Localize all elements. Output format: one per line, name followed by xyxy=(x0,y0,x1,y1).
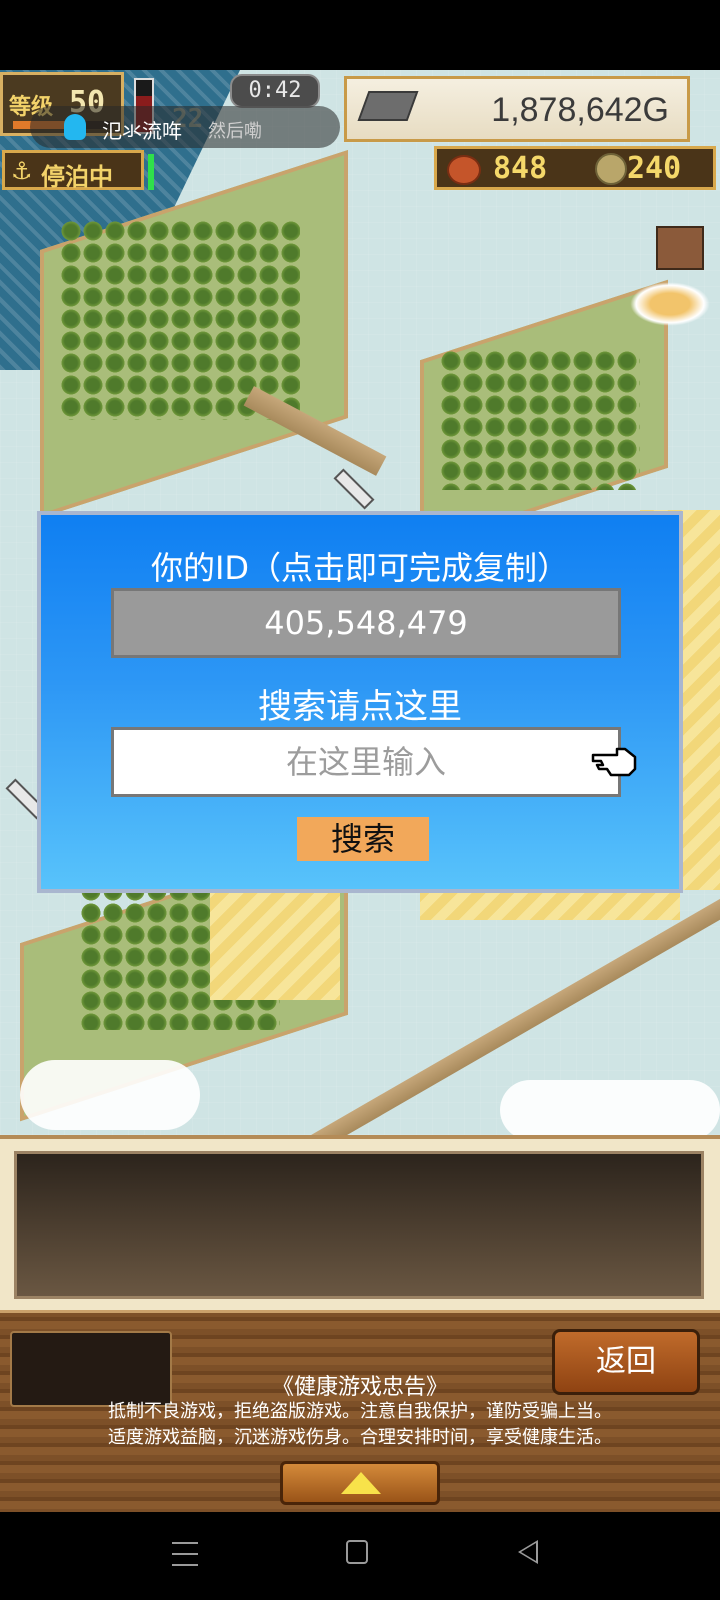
status-bar xyxy=(0,0,720,70)
message-notification[interactable]: 氾氺流哖 然后嘞 xyxy=(30,106,340,148)
coin-amount: 240 xyxy=(627,151,682,186)
qq-icon xyxy=(64,114,86,140)
forest-east xyxy=(440,350,640,490)
cloud-2 xyxy=(500,1080,720,1135)
anchor-icon: ⚓ xyxy=(11,157,33,185)
sword-icon[interactable] xyxy=(333,468,375,510)
gold-amount: 1,878,642G xyxy=(491,91,669,129)
health-advice-line-2: 适度游戏益脑，沉迷游戏伤身。合理安排时间，享受健康生活。 xyxy=(108,1427,612,1448)
gold-bar-icon xyxy=(357,91,419,121)
notification-message: 然后嘞 xyxy=(208,121,262,142)
green-indicator xyxy=(148,154,154,190)
notification-sender: 氾氺流哖 xyxy=(102,119,182,143)
cloud-1 xyxy=(20,1060,200,1130)
coin-icon xyxy=(595,153,627,185)
forest-north xyxy=(60,220,300,420)
back-icon[interactable] xyxy=(518,1540,538,1564)
id-search-dialog: 你的ID（点击即可完成复制） 405,548,479 搜索请点这里 搜索 xyxy=(37,511,683,893)
food-amount: 848 xyxy=(493,151,548,186)
bottom-bar: 返回 《健康游戏忠告》 抵制不良游戏，拒绝盗版游戏。注意自我保护，谨防受骗上当。… xyxy=(0,1310,720,1515)
meat-icon xyxy=(447,155,481,185)
search-hint: 搜索请点这里 xyxy=(258,687,462,727)
message-box xyxy=(14,1151,704,1299)
search-button[interactable]: 搜索 xyxy=(297,817,429,861)
anchor-status-text: 停泊中 xyxy=(41,163,113,191)
timer: 0:42 xyxy=(230,74,320,108)
home-icon[interactable] xyxy=(346,1540,368,1564)
anchor-status-badge[interactable]: ⚓ 停泊中 xyxy=(2,150,144,191)
pointing-hand-icon xyxy=(591,747,637,777)
gold-panel[interactable]: 1,878,642G xyxy=(344,76,690,142)
harbor-house[interactable] xyxy=(656,226,704,270)
system-nav-bar xyxy=(0,1512,720,1600)
dialog-title: 你的ID（点击即可完成复制） xyxy=(150,549,570,587)
menu-icon[interactable] xyxy=(172,1542,198,1566)
expand-button[interactable] xyxy=(280,1461,440,1505)
glowing-boat[interactable] xyxy=(630,282,710,326)
search-input[interactable] xyxy=(111,727,621,797)
health-advice-line-1: 抵制不良游戏，拒绝盗版游戏。注意自我保护，谨防受骗上当。 xyxy=(108,1401,612,1422)
message-panel xyxy=(0,1135,720,1314)
player-id-box[interactable]: 405,548,479 xyxy=(111,588,621,658)
resource-panel[interactable]: 848 240 xyxy=(434,146,716,190)
up-arrow-icon xyxy=(341,1472,381,1494)
